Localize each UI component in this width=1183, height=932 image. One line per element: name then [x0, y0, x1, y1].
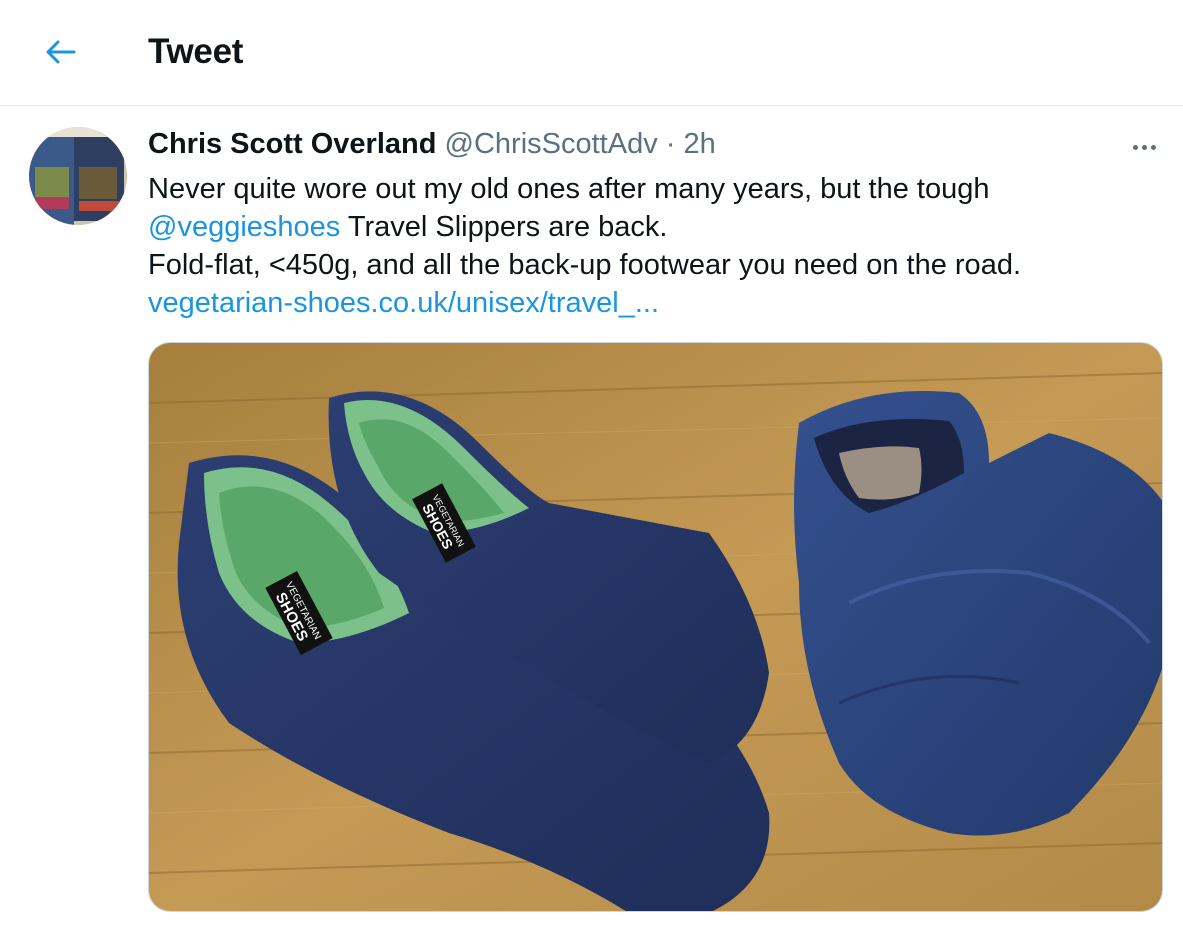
tweet-text-fragment: Travel Slippers are back. — [340, 211, 668, 243]
more-options-button[interactable] — [1126, 136, 1162, 158]
url-link[interactable]: vegetarian-shoes.co.uk/unisex/travel_... — [148, 287, 659, 319]
tweet-url-line: vegetarian-shoes.co.uk/unisex/travel_... — [148, 284, 1021, 322]
tweet-text-line: @veggieshoes Travel Slippers are back. — [148, 208, 1021, 246]
tweet-author-row: Chris Scott Overland @ChrisScottAdv · 2h — [148, 128, 716, 161]
more-dot — [1141, 144, 1147, 150]
tweet-photo[interactable]: VEGETARIAN SHOES VEGETARIAN SHOES — [148, 342, 1163, 912]
author-name[interactable]: Chris Scott Overland — [148, 128, 436, 160]
avatar-image — [29, 127, 127, 225]
tweet-time[interactable]: 2h — [684, 128, 716, 160]
page-title: Tweet — [148, 32, 244, 71]
arrow-left-icon — [46, 40, 76, 64]
tweet-text: Never quite wore out my old ones after m… — [148, 170, 1021, 322]
tweet-text-line: Never quite wore out my old ones after m… — [148, 173, 990, 205]
more-horizontal-icon — [1132, 144, 1138, 150]
tweet-header: Tweet — [0, 0, 1183, 106]
more-dot — [1150, 144, 1156, 150]
separator: · — [665, 128, 676, 160]
shoes-photo: VEGETARIAN SHOES VEGETARIAN SHOES — [149, 343, 1162, 911]
tweet-text-line: Fold-flat, <450g, and all the back-up fo… — [148, 249, 1022, 281]
back-button[interactable] — [38, 34, 82, 70]
author-handle[interactable]: @ChrisScottAdv — [445, 128, 658, 160]
mention-link[interactable]: @veggieshoes — [148, 211, 340, 243]
avatar[interactable] — [29, 127, 127, 225]
